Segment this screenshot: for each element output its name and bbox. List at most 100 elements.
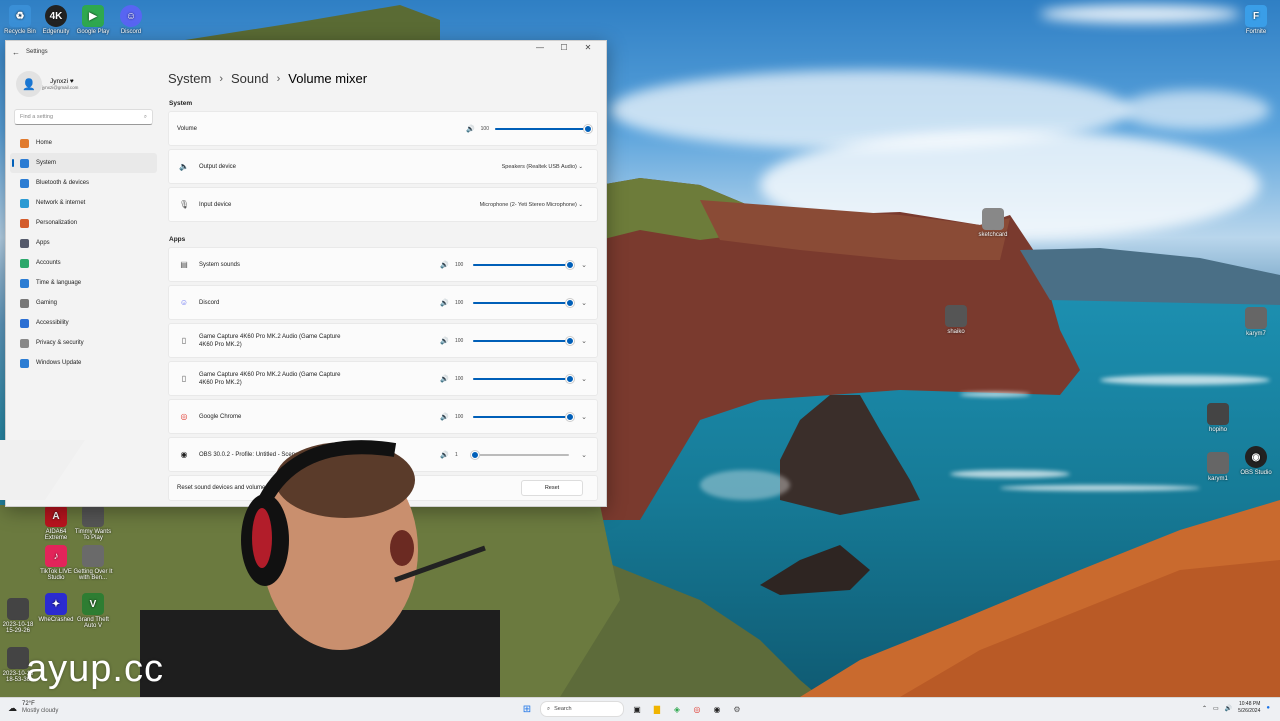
file-explorer-icon[interactable]: ▇ [650,702,664,716]
xbox-icon[interactable]: ◈ [670,702,684,716]
desktop-icon-discord[interactable]: ☺ Discord [111,5,151,35]
sidebar-item-accessibility[interactable]: Accessibility [10,313,157,333]
recycle-bin-icon: ♻ [9,5,31,27]
sidebar-item-privacy-security[interactable]: Privacy & security [10,333,157,353]
sidebar-item-label: System [36,160,57,166]
slider-thumb[interactable] [584,125,592,133]
desktop-icon-hopiho[interactable]: hopiho [1198,403,1238,433]
app-volume-slider[interactable] [473,375,574,383]
speaker-icon[interactable]: 🔊 [466,125,475,133]
nav-icon [20,318,29,328]
output-device-row[interactable]: 🔈 Output device Speakers (Realtek USB Au… [168,149,598,184]
nav-icon [20,238,29,248]
slider-thumb[interactable] [566,375,574,383]
nav-icon [20,358,29,368]
sidebar-item-label: Personalization [36,220,78,226]
app-volume-slider[interactable] [473,413,574,421]
minimize-button[interactable]: — [528,43,552,52]
chevron-down-icon[interactable]: ⌄ [581,337,587,345]
capture-icon: ▯ [181,336,187,345]
sidebar-item-accounts[interactable]: Accounts [10,253,157,273]
chevron-down-icon[interactable]: ⌄ [581,375,587,383]
network-icon[interactable]: ▭ [1213,705,1219,712]
sidebar-item-system[interactable]: System [10,153,157,173]
sidebar-item-label: Time & language [36,280,82,286]
weather-temp: 72°F [22,701,35,707]
desktop-icon-recycle-bin[interactable]: ♻ Recycle Bin [0,5,40,35]
volume-slider[interactable] [495,125,592,133]
app-name: Game Capture 4K60 Pro MK.2 Audio (Game C… [199,371,341,386]
speaker-icon[interactable]: 🔊 [440,375,449,383]
notification-icon[interactable]: ● [1266,705,1270,711]
search-icon: ⌕ [547,705,551,712]
sidebar-item-label: Accounts [36,260,61,266]
discord-icon: ☺ [120,5,142,27]
desktop-icon-obs[interactable]: ◉ OBS Studio [1236,446,1276,476]
chevron-down-icon[interactable]: ⌄ [581,451,587,459]
desktop-icon-karym1[interactable]: karym1 [1198,452,1238,482]
input-device-dropdown[interactable]: Microphone (2- Yeti Stereo Microphone) ⌄ [480,202,583,208]
chevron-down-icon: ⌄ [578,163,583,170]
speaker-icon[interactable]: 🔊 [440,337,449,345]
sidebar-item-personalization[interactable]: Personalization [10,213,157,233]
close-button[interactable]: ✕ [576,43,600,52]
start-icon[interactable]: ⊞ [520,702,534,716]
slider-thumb[interactable] [566,261,574,269]
desktop-icon-google-play[interactable]: ▶ Google Play [73,5,113,35]
video-icon [1245,307,1267,329]
chevron-down-icon[interactable]: ⌄ [581,413,587,421]
slider-thumb[interactable] [566,413,574,421]
nav-icon [20,138,29,148]
sidebar-item-network-internet[interactable]: Network & internet [10,193,157,213]
sidebar-item-apps[interactable]: Apps [10,233,157,253]
chevron-up-icon[interactable]: ⌃ [1202,705,1207,712]
input-device-row[interactable]: 🎙 Input device Microphone (2- Yeti Stere… [168,187,598,222]
obs-icon[interactable]: ◉ [710,702,724,716]
speaker-icon[interactable]: 🔊 [440,413,449,421]
page-title: Volume mixer [288,71,368,86]
search-input[interactable]: Find a setting ⌕ [14,109,153,125]
sidebar-item-bluetooth-devices[interactable]: Bluetooth & devices [10,173,157,193]
slider-thumb[interactable] [566,299,574,307]
app-volume-value: 100 [455,261,464,268]
desktop-icon-karym7[interactable]: karym7 [1236,307,1276,337]
app-volume-row: ◎ Google Chrome 🔊 100 ⌄ [168,399,598,434]
nav-icon [20,198,29,208]
speaker-icon[interactable]: 🔊 [440,261,449,269]
speaker-icon[interactable]: 🔊 [440,299,449,307]
app-volume-slider[interactable] [473,299,574,307]
section-apps: Apps [169,236,186,243]
weather-widget[interactable]: ☁ 72°F Mostly cloudy [8,701,58,715]
4k-icon: 4K [45,5,67,27]
sidebar-item-home[interactable]: Home [10,133,157,153]
app-name: System sounds [199,261,241,268]
settings-icon[interactable]: ⚙ [730,702,744,716]
slider-thumb[interactable] [566,337,574,345]
sidebar-item-windows-update[interactable]: Windows Update [10,353,157,373]
app-volume-slider[interactable] [473,261,574,269]
clock[interactable]: 10:48 PM 5/26/2024 [1238,701,1260,715]
desktop-icon-fortnite[interactable]: F Fortnite [1236,5,1276,35]
fortnite-icon: F [1245,5,1267,27]
app-volume-slider[interactable] [473,337,574,345]
desktop-icon-shaiko[interactable]: shaiko [936,305,976,335]
maximize-button[interactable]: ☐ [552,43,576,52]
chevron-down-icon[interactable]: ⌄ [581,299,587,307]
chevron-down-icon[interactable]: ⌄ [581,261,587,269]
breadcrumb-system[interactable]: System [168,71,211,86]
profile-card[interactable]: 👤 Jynxzi ♥ jynxzi@gmail.com [6,63,161,105]
output-device-dropdown[interactable]: Speakers (Realtek USB Audio) ⌄ [502,164,583,170]
breadcrumb-sound[interactable]: Sound [231,71,269,86]
sidebar-item-gaming[interactable]: Gaming [10,293,157,313]
chrome-icon[interactable]: ◎ [690,702,704,716]
reset-button[interactable]: Reset [521,480,583,496]
app-volume-value: 100 [455,299,464,306]
task-view-icon[interactable]: ▣ [630,702,644,716]
desktop-icon-sketchcard[interactable]: sketchcard [973,208,1013,238]
sidebar-item-time-language[interactable]: Time & language [10,273,157,293]
back-arrow-icon[interactable]: ← [6,48,26,57]
profile-email: jynxzi@gmail.com [42,85,79,90]
volume-tray-icon[interactable]: 🔊 [1225,705,1232,712]
desktop-icon-4k[interactable]: 4K Edgenuity [36,5,76,35]
taskbar-search[interactable]: ⌕ Search [540,701,624,717]
